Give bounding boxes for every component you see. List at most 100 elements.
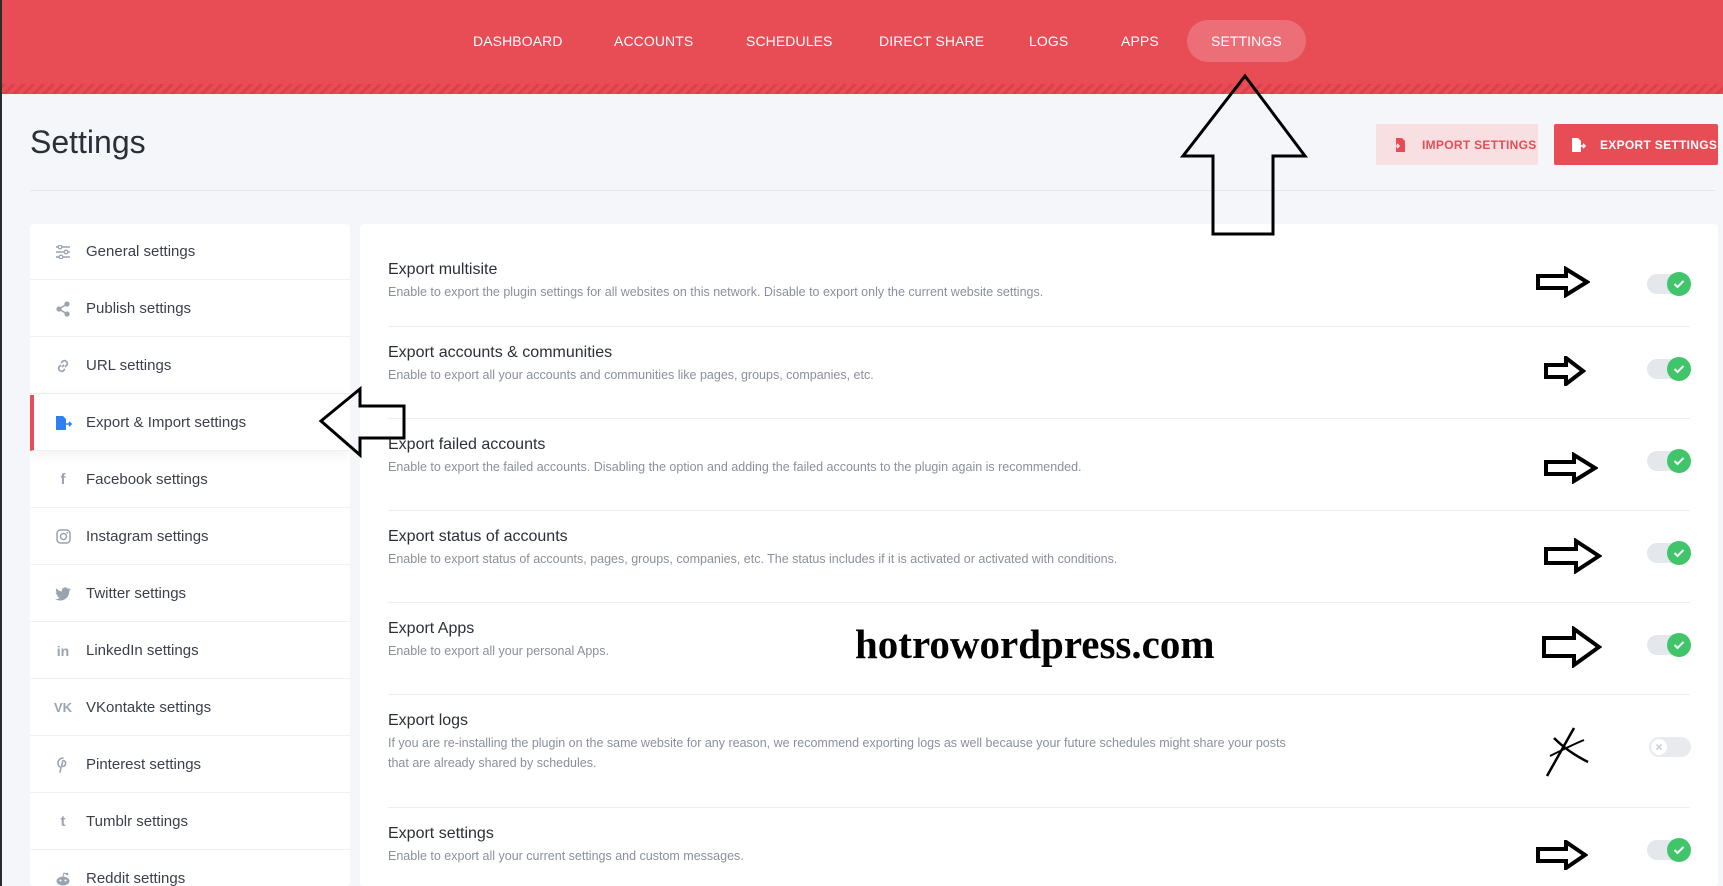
sidebar-item-label: URL settings bbox=[86, 357, 172, 374]
sidebar-item-facebook[interactable]: f Facebook settings bbox=[30, 452, 350, 508]
share-icon bbox=[54, 300, 72, 318]
nav-dashboard[interactable]: DASHBOARD bbox=[473, 20, 563, 62]
up-arrow-annotation bbox=[1180, 73, 1308, 236]
export-apps-toggle[interactable] bbox=[1647, 633, 1691, 657]
toggle-knob bbox=[1667, 541, 1691, 565]
option-row-export-multisite: Export multisite Enable to export the pl… bbox=[388, 244, 1691, 327]
window-edge bbox=[0, 0, 2, 886]
option-description: Enable to export the plugin settings for… bbox=[388, 285, 1044, 299]
toggle-knob bbox=[1667, 357, 1691, 381]
option-description: If you are re-installing the plugin on t… bbox=[388, 736, 1286, 770]
left-arrow-annotation bbox=[318, 386, 406, 458]
settings-sidebar: General settings Publish settings URL se… bbox=[30, 224, 350, 886]
right-arrow-annotation bbox=[1536, 266, 1590, 298]
file-import-icon bbox=[1393, 137, 1405, 152]
sliders-icon bbox=[54, 243, 72, 261]
sidebar-item-instagram[interactable]: Instagram settings bbox=[30, 509, 350, 565]
top-navigation-bar: DASHBOARD ACCOUNTS SCHEDULES DIRECT SHAR… bbox=[2, 0, 1723, 94]
sidebar-item-label: Reddit settings bbox=[86, 870, 186, 886]
main-nav: DASHBOARD ACCOUNTS SCHEDULES DIRECT SHAR… bbox=[2, 20, 1723, 62]
option-title: Export status of accounts bbox=[388, 528, 568, 545]
sidebar-item-label: Publish settings bbox=[86, 300, 192, 317]
toggle-knob bbox=[1667, 449, 1691, 473]
sidebar-item-general[interactable]: General settings bbox=[30, 224, 350, 280]
import-settings-label: IMPORT SETTINGS bbox=[1422, 137, 1537, 152]
sidebar-item-pinterest[interactable]: Pinterest settings bbox=[30, 737, 350, 793]
export-status-toggle[interactable] bbox=[1647, 541, 1691, 565]
option-title: Export accounts & communities bbox=[388, 344, 613, 361]
option-description: Enable to export all your accounts and c… bbox=[388, 368, 874, 382]
sidebar-item-label: Tumblr settings bbox=[86, 813, 188, 830]
sidebar-item-twitter[interactable]: Twitter settings bbox=[30, 566, 350, 622]
nav-bottom-strip bbox=[2, 84, 1723, 94]
export-settings-toggle[interactable] bbox=[1647, 838, 1691, 862]
watermark-text: hotrowordpress.com bbox=[855, 621, 1215, 667]
export-options-panel: Export multisite Enable to export the pl… bbox=[360, 224, 1718, 886]
sidebar-item-label: General settings bbox=[86, 243, 196, 260]
nav-apps[interactable]: APPS bbox=[1121, 20, 1159, 62]
sidebar-item-linkedin[interactable]: in LinkedIn settings bbox=[30, 623, 350, 679]
option-row-export-failed-accounts: Export failed accounts Enable to export … bbox=[388, 419, 1691, 511]
sidebar-item-tumblr[interactable]: t Tumblr settings bbox=[30, 794, 350, 850]
nav-schedules[interactable]: SCHEDULES bbox=[746, 20, 832, 62]
sidebar-item-label: Twitter settings bbox=[86, 585, 187, 602]
sidebar-item-export-import[interactable]: Export & Import settings bbox=[30, 395, 350, 451]
option-row-export-logs: Export logs If you are re-installing the… bbox=[388, 695, 1691, 808]
header-divider bbox=[30, 190, 1715, 191]
export-logs-toggle[interactable] bbox=[1649, 737, 1691, 757]
vk-icon: VK bbox=[53, 700, 73, 715]
sidebar-item-label: VKontakte settings bbox=[86, 699, 212, 716]
nav-settings[interactable]: SETTINGS bbox=[1187, 20, 1306, 62]
toggle-knob bbox=[1667, 272, 1691, 296]
option-row-export-status: Export status of accounts Enable to expo… bbox=[388, 511, 1691, 603]
right-arrow-annotation bbox=[1536, 840, 1588, 870]
instagram-icon bbox=[54, 528, 72, 546]
link-icon bbox=[54, 357, 72, 375]
pinterest-icon bbox=[54, 756, 72, 774]
file-export-icon bbox=[54, 414, 72, 432]
sidebar-item-label: LinkedIn settings bbox=[86, 642, 199, 659]
toggle-knob bbox=[1651, 739, 1667, 755]
sidebar-item-label: Instagram settings bbox=[86, 528, 209, 545]
import-settings-button[interactable]: IMPORT SETTINGS bbox=[1376, 124, 1538, 165]
linkedin-icon: in bbox=[56, 642, 70, 659]
right-arrow-annotation bbox=[1544, 356, 1586, 386]
export-accounts-toggle[interactable] bbox=[1647, 357, 1691, 381]
right-arrow-annotation bbox=[1542, 626, 1602, 668]
tumblr-icon: t bbox=[60, 813, 66, 830]
nav-accounts[interactable]: ACCOUNTS bbox=[614, 20, 693, 62]
sidebar-item-reddit[interactable]: Reddit settings bbox=[30, 851, 350, 886]
export-settings-button[interactable]: EXPORT SETTINGS bbox=[1554, 124, 1718, 165]
reddit-icon bbox=[54, 870, 72, 886]
option-title: Export multisite bbox=[388, 261, 498, 278]
toggle-knob bbox=[1667, 633, 1691, 657]
page-title: Settings bbox=[30, 124, 146, 160]
sidebar-item-label: Facebook settings bbox=[86, 471, 208, 488]
sidebar-item-label: Export & Import settings bbox=[86, 414, 247, 431]
option-description: Enable to export status of accounts, pag… bbox=[388, 552, 1118, 566]
right-arrow-annotation bbox=[1544, 452, 1598, 484]
export-failed-accounts-toggle[interactable] bbox=[1647, 449, 1691, 473]
sidebar-item-vkontakte[interactable]: VK VKontakte settings bbox=[30, 680, 350, 736]
sidebar-item-label: Pinterest settings bbox=[86, 756, 202, 773]
cross-mark-annotation bbox=[1545, 727, 1589, 777]
right-arrow-annotation bbox=[1544, 538, 1602, 574]
twitter-icon bbox=[54, 585, 72, 603]
file-export-icon bbox=[1572, 137, 1586, 152]
option-title: Export logs bbox=[388, 712, 469, 729]
toggle-knob bbox=[1667, 838, 1691, 862]
option-title: Export settings bbox=[388, 825, 494, 842]
option-description: Enable to export all your current settin… bbox=[388, 849, 744, 863]
option-title: Export failed accounts bbox=[388, 436, 546, 453]
sidebar-item-publish[interactable]: Publish settings bbox=[30, 281, 350, 337]
option-row-export-settings: Export settings Enable to export all you… bbox=[388, 808, 1691, 886]
option-description: Enable to export the failed accounts. Di… bbox=[388, 460, 1082, 474]
export-settings-label: EXPORT SETTINGS bbox=[1600, 137, 1718, 152]
nav-direct-share[interactable]: DIRECT SHARE bbox=[879, 20, 984, 62]
export-multisite-toggle[interactable] bbox=[1647, 272, 1691, 296]
sidebar-item-url[interactable]: URL settings bbox=[30, 338, 350, 394]
option-row-export-accounts: Export accounts & communities Enable to … bbox=[388, 327, 1691, 419]
facebook-icon: f bbox=[60, 471, 66, 488]
option-title: Export Apps bbox=[388, 620, 475, 637]
nav-logs[interactable]: LOGS bbox=[1029, 20, 1068, 62]
